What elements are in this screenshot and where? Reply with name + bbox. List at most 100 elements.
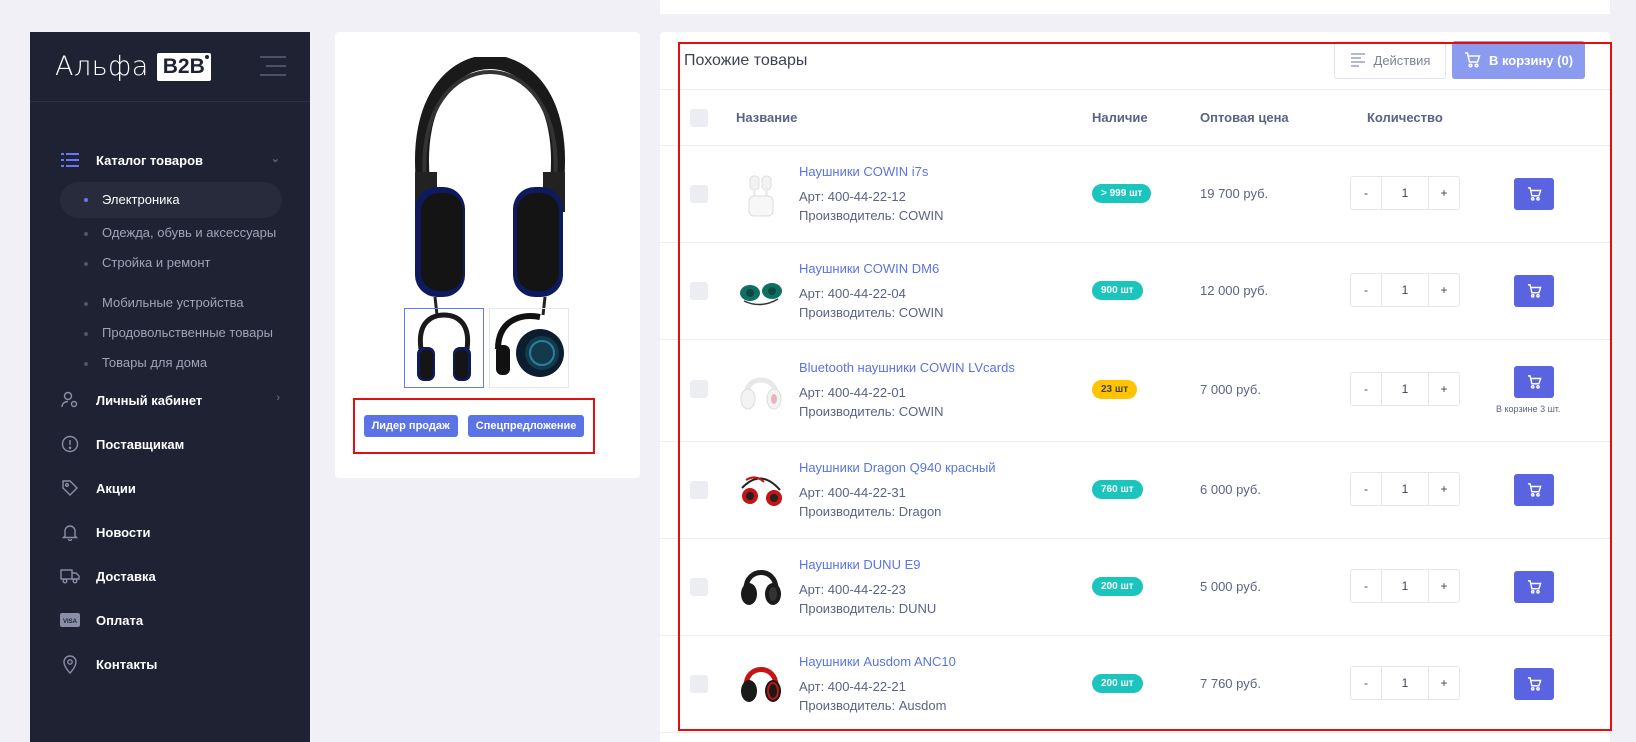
qty-minus-button[interactable]: -: [1351, 274, 1381, 306]
menu-lines-icon: [1350, 53, 1365, 67]
product-manufacturer: Производитель: Dragon: [799, 504, 942, 519]
sidebar-item-account[interactable]: Личный кабинет ›: [30, 378, 310, 422]
qty-plus-button[interactable]: +: [1429, 373, 1459, 405]
wholesale-price: 19 700 руб.: [1200, 186, 1269, 201]
product-thumbnail[interactable]: [736, 367, 786, 417]
row-checkbox[interactable]: [690, 282, 708, 300]
svg-text:VISA: VISA: [63, 619, 78, 625]
product-name-link[interactable]: Наушники COWIN DM6: [799, 261, 939, 276]
product-manufacturer: Производитель: COWIN: [799, 305, 944, 320]
product-name-link[interactable]: Наушники DUNU E9: [799, 557, 920, 572]
add-to-cart-button[interactable]: [1514, 474, 1554, 506]
sidebar-item-suppliers[interactable]: Поставщикам: [30, 422, 310, 466]
actions-button[interactable]: Действия: [1334, 41, 1446, 79]
product-thumbnail[interactable]: [736, 658, 786, 708]
row-checkbox[interactable]: [690, 380, 708, 398]
quantity-stepper: - 1 +: [1350, 372, 1460, 406]
sidebar-item-payment[interactable]: VISA Оплата: [30, 598, 310, 642]
logo-badge: B2B: [156, 52, 211, 81]
qty-plus-button[interactable]: +: [1429, 177, 1459, 209]
add-to-cart-button[interactable]: [1514, 275, 1554, 307]
col-price[interactable]: Оптовая цена: [1200, 110, 1289, 125]
sidebar-item-news[interactable]: Новости: [30, 510, 310, 554]
submenu-item-electronics[interactable]: Электроника: [60, 182, 282, 218]
row-checkbox[interactable]: [690, 481, 708, 499]
product-main-image[interactable]: [395, 57, 585, 317]
wholesale-price: 6 000 руб.: [1200, 482, 1261, 497]
wholesale-price: 7 760 руб.: [1200, 676, 1261, 691]
sidebar-item-label: Поставщикам: [96, 436, 185, 452]
wholesale-price: 7 000 руб.: [1200, 382, 1261, 397]
bestseller-badge[interactable]: Лидер продаж: [363, 415, 458, 437]
cart-icon: [1527, 677, 1542, 691]
qty-minus-button[interactable]: -: [1351, 177, 1381, 209]
user-gear-icon: [60, 390, 80, 410]
qty-input[interactable]: 1: [1381, 274, 1429, 306]
product-thumbnail[interactable]: [736, 170, 786, 220]
chevron-down-icon: ⌄: [270, 153, 280, 165]
qty-plus-button[interactable]: +: [1429, 473, 1459, 505]
add-to-cart-button[interactable]: [1514, 178, 1554, 210]
select-all-checkbox[interactable]: [690, 108, 708, 127]
qty-plus-button[interactable]: +: [1429, 274, 1459, 306]
row-checkbox[interactable]: [690, 578, 708, 596]
product-manufacturer: Производитель: DUNU: [799, 601, 937, 616]
quantity-stepper: - 1 +: [1350, 273, 1460, 307]
cart-icon: [1527, 483, 1542, 497]
submenu-item-clothes[interactable]: Одежда, обувь и аксессуары: [60, 218, 282, 248]
submenu-item-food[interactable]: Продовольственные товары: [60, 318, 282, 348]
logo-text: Альфа: [55, 51, 149, 82]
stock-badge: 200 шт: [1092, 577, 1143, 596]
col-name[interactable]: Название: [736, 110, 797, 125]
product-manufacturer: Производитель: Ausdom: [799, 698, 947, 713]
add-to-cart-button[interactable]: [1514, 366, 1554, 398]
sidebar-item-promotions[interactable]: Акции: [30, 466, 310, 510]
product-name-link[interactable]: Наушники COWIN i7s: [799, 164, 928, 179]
sidebar-item-catalog[interactable]: Каталог товаров ⌄: [30, 138, 310, 182]
submenu-item-home[interactable]: Товары для дома: [60, 348, 282, 378]
product-thumbnail[interactable]: [736, 561, 786, 611]
submenu-item-mobile[interactable]: Мобильные устройства: [60, 288, 282, 318]
table-row: Наушники Ausdom ANC10 Арт: 400-44-22-21 …: [660, 636, 1610, 733]
col-stock[interactable]: Наличие: [1092, 110, 1148, 125]
sidebar-item-delivery[interactable]: Доставка: [30, 554, 310, 598]
qty-input[interactable]: 1: [1381, 473, 1429, 505]
sidebar-item-label: Акции: [96, 480, 136, 496]
qty-input[interactable]: 1: [1381, 570, 1429, 602]
submenu-item-construction[interactable]: Стройка и ремонт: [60, 248, 282, 278]
bell-icon: [60, 522, 80, 542]
qty-minus-button[interactable]: -: [1351, 667, 1381, 699]
qty-minus-button[interactable]: -: [1351, 373, 1381, 405]
info-circle-icon: [60, 434, 80, 454]
add-to-cart-button[interactable]: [1514, 668, 1554, 700]
product-article: Арт: 400-44-22-21: [799, 679, 906, 694]
add-to-cart-all-button[interactable]: В корзину (0): [1452, 41, 1585, 79]
qty-input[interactable]: 1: [1381, 667, 1429, 699]
qty-input[interactable]: 1: [1381, 373, 1429, 405]
product-thumbnail-2[interactable]: [489, 308, 569, 388]
menu-toggle-icon[interactable]: [260, 56, 286, 83]
product-article: Арт: 400-44-22-04: [799, 286, 906, 301]
actions-label: Действия: [1373, 52, 1431, 68]
product-thumbnail[interactable]: [736, 464, 786, 514]
special-offer-badge[interactable]: Спецпредложение: [467, 415, 585, 437]
add-to-cart-button[interactable]: [1514, 571, 1554, 603]
product-thumbnail[interactable]: [736, 265, 786, 315]
qty-minus-button[interactable]: -: [1351, 570, 1381, 602]
product-name-link[interactable]: Наушники Ausdom ANC10: [799, 654, 956, 669]
stock-badge: 200 шт: [1092, 674, 1143, 693]
qty-input[interactable]: 1: [1381, 177, 1429, 209]
row-checkbox[interactable]: [690, 185, 708, 203]
sidebar-item-label: Новости: [96, 524, 151, 540]
row-checkbox[interactable]: [690, 675, 708, 693]
sidebar-item-contacts[interactable]: Контакты: [30, 642, 310, 686]
qty-minus-button[interactable]: -: [1351, 473, 1381, 505]
qty-plus-button[interactable]: +: [1429, 570, 1459, 602]
product-thumbnail-1[interactable]: [404, 308, 484, 388]
product-name-link[interactable]: Bluetooth наушники COWIN LVcards: [799, 360, 1015, 375]
table-row: Наушники Dragon Q940 красный Арт: 400-44…: [660, 442, 1610, 539]
product-name-link[interactable]: Наушники Dragon Q940 красный: [799, 460, 996, 475]
chevron-right-icon: ›: [276, 392, 280, 404]
col-qty: Количество: [1367, 110, 1443, 125]
qty-plus-button[interactable]: +: [1429, 667, 1459, 699]
